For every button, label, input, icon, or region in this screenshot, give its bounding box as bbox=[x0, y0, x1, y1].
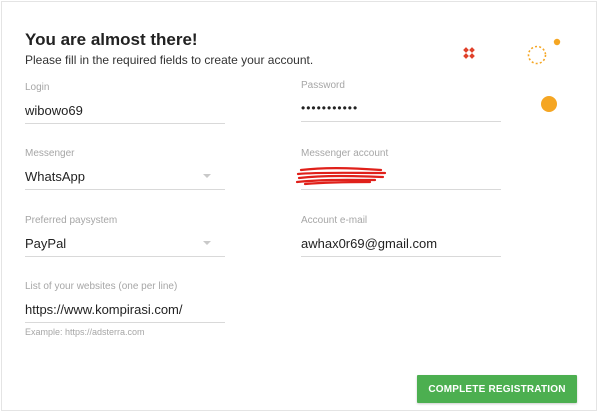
messenger-label: Messenger bbox=[25, 148, 75, 159]
websites-textarea[interactable]: https://www.kompirasi.com/ bbox=[25, 301, 225, 323]
websites-hint: Example: https://adsterra.com bbox=[25, 327, 145, 337]
login-field: Login wibowo69 bbox=[25, 82, 225, 124]
decorative-large-dot-icon bbox=[541, 96, 557, 112]
websites-label: List of your websites (one per line) bbox=[25, 281, 178, 292]
email-input[interactable]: awhax0r69@gmail.com bbox=[301, 235, 501, 257]
chevron-down-icon bbox=[203, 174, 211, 178]
messenger-select[interactable]: WhatsApp bbox=[25, 168, 225, 190]
registration-card: You are almost there! Please fill in the… bbox=[1, 1, 597, 411]
password-input[interactable]: ••••••••••• bbox=[301, 100, 501, 122]
email-field: Account e-mail awhax0r69@gmail.com bbox=[301, 215, 501, 257]
paysystem-field: Preferred paysystem PayPal bbox=[25, 215, 225, 257]
paysystem-selected-value: PayPal bbox=[25, 236, 67, 251]
websites-field: List of your websites (one per line) htt… bbox=[25, 281, 225, 337]
messenger-account-field: Messenger account bbox=[295, 148, 501, 190]
messenger-field: Messenger WhatsApp bbox=[25, 148, 225, 190]
password-field: Password ••••••••••• bbox=[301, 80, 501, 122]
paysystem-label: Preferred paysystem bbox=[25, 215, 118, 226]
login-input[interactable]: wibowo69 bbox=[25, 102, 225, 124]
form-title: You are almost there! bbox=[25, 30, 198, 49]
password-label: Password bbox=[301, 80, 345, 91]
chevron-down-icon bbox=[203, 241, 211, 245]
messenger-selected-value: WhatsApp bbox=[25, 169, 85, 184]
messenger-account-input[interactable] bbox=[295, 167, 501, 190]
complete-registration-button[interactable]: COMPLETE REGISTRATION bbox=[417, 375, 577, 403]
redaction-scribble bbox=[295, 167, 387, 186]
form-subtitle: Please fill in the required fields to cr… bbox=[25, 53, 314, 67]
decorative-cross-icon bbox=[463, 47, 475, 59]
decorative-dotted-circle-icon bbox=[527, 45, 547, 65]
login-label: Login bbox=[25, 82, 50, 93]
decorative-small-dot-icon bbox=[553, 38, 561, 46]
messenger-account-label: Messenger account bbox=[301, 148, 389, 159]
paysystem-select[interactable]: PayPal bbox=[25, 235, 225, 257]
email-label: Account e-mail bbox=[301, 215, 368, 226]
